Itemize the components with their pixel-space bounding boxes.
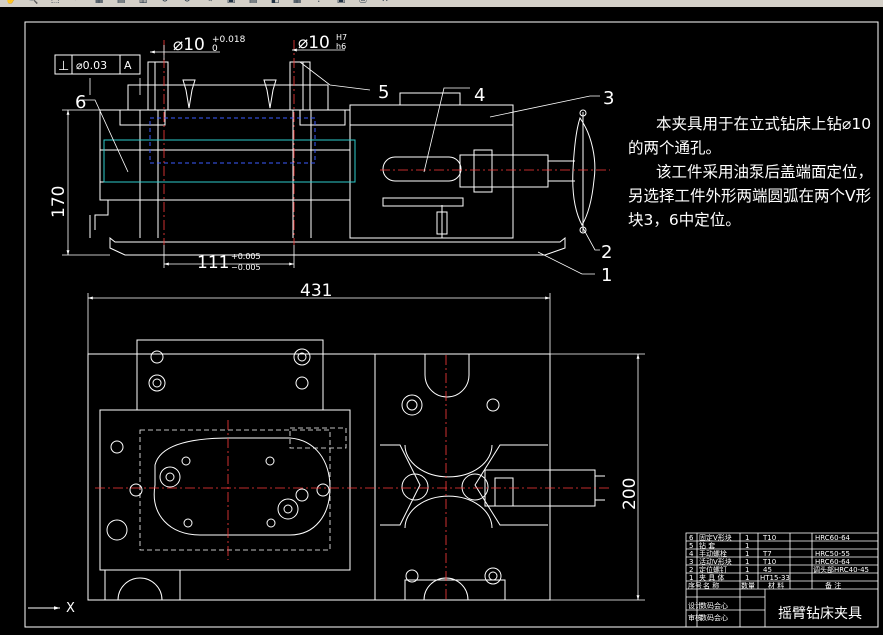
- svg-text:钻 套: 钻 套: [699, 541, 715, 550]
- table-row: 3 活动V形块 1 T10 HRC60-64: [689, 557, 851, 566]
- svg-text:夹 具 体: 夹 具 体: [699, 573, 724, 582]
- save-icon[interactable]: ▣: [334, 0, 348, 6]
- redo-icon[interactable]: ↻: [180, 0, 194, 6]
- table-row: 6 固定V形块 1 T10 HRC60-64: [689, 533, 851, 542]
- svg-text:6: 6: [689, 534, 694, 542]
- dim-center-lower: −0.005: [231, 263, 261, 272]
- sign-review-role: 数码会心: [700, 613, 728, 622]
- dimension-icon[interactable]: ↔: [378, 0, 392, 6]
- calculator-icon[interactable]: ▦: [290, 0, 304, 6]
- svg-text:材 料: 材 料: [768, 581, 784, 590]
- svg-text:T10: T10: [762, 558, 776, 566]
- match-properties-icon[interactable]: ✎: [202, 0, 216, 6]
- top-view: [87, 339, 605, 601]
- properties-icon[interactable]: ▦: [92, 0, 106, 6]
- note-line-1: 本夹具用于在立式钻床上钻⌀10的两个通孔。: [628, 115, 872, 157]
- dim-height: 170: [49, 186, 69, 218]
- svg-text:活动V形块: 活动V形块: [699, 557, 732, 566]
- tolerance-frame: ⊥ ⌀0.03 A: [54, 54, 141, 75]
- svg-text:5: 5: [689, 542, 693, 550]
- svg-text:调头部HRC40-45: 调头部HRC40-45: [813, 565, 869, 574]
- layer-icon[interactable]: ◧: [268, 0, 282, 6]
- datum-label: A: [124, 59, 132, 72]
- svg-text:HRC60-64: HRC60-64: [815, 534, 851, 542]
- svg-text:HRC50-55: HRC50-55: [815, 550, 850, 558]
- balloon-2: 2: [601, 242, 612, 263]
- ucs-icon: X: [28, 601, 75, 616]
- svg-text:名 称: 名 称: [703, 581, 719, 590]
- dim-hole-b: ⌀10: [298, 33, 330, 53]
- front-dimensions: [62, 45, 600, 275]
- balloon-5: 5: [378, 82, 389, 103]
- svg-text:手动螺栓: 手动螺栓: [699, 549, 727, 558]
- svg-text:序号: 序号: [688, 581, 702, 590]
- ucs-x-label: X: [66, 601, 75, 616]
- svg-text:备 注: 备 注: [825, 581, 841, 590]
- balloon-4: 4: [474, 85, 485, 106]
- svg-text:T7: T7: [762, 550, 772, 558]
- svg-text:HRC60-64: HRC60-64: [815, 558, 851, 566]
- pan-icon[interactable]: ✋: [4, 0, 18, 6]
- help-icon[interactable]: ?: [312, 0, 326, 6]
- svg-text:1: 1: [745, 574, 749, 582]
- zoom-previous-icon[interactable]: ↶: [70, 0, 84, 6]
- svg-text:T10: T10: [762, 534, 776, 542]
- svg-text:1: 1: [689, 574, 693, 582]
- front-center-lines: [163, 40, 610, 245]
- balloon-1: 1: [601, 265, 612, 286]
- top-hidden-lines: [139, 427, 347, 551]
- drawing-title: 摇臂钻床夹具: [778, 606, 862, 622]
- top-center-lines: [95, 355, 610, 600]
- svg-text:1: 1: [745, 558, 749, 566]
- note-line-2: 该工件采用油泵后盖端面定位，另选择工件外形两端圆弧在两个V形块3，6中定位。: [628, 163, 874, 229]
- svg-text:HT15-33: HT15-33: [760, 574, 790, 582]
- perpendicularity-symbol: ⊥: [58, 59, 69, 74]
- top-dimensions: [87, 293, 645, 601]
- dim-hole-b-fit-upper: H7: [336, 33, 347, 42]
- zoom-icon[interactable]: 🔍: [26, 0, 40, 6]
- balloon-3: 3: [603, 88, 614, 109]
- svg-text:1: 1: [745, 550, 749, 558]
- workpiece-outline: [103, 139, 356, 183]
- front-view: [89, 61, 596, 256]
- svg-text:定位螺钉: 定位螺钉: [699, 565, 727, 574]
- zoom-window-icon[interactable]: ⬚: [48, 0, 62, 6]
- dim-hole-a-lower: 0: [212, 44, 218, 54]
- svg-text:4: 4: [689, 550, 694, 558]
- dim-center: 111: [197, 253, 229, 273]
- sign-design-role: 数码会心: [700, 601, 728, 610]
- design-note: 本夹具用于在立式钻床上钻⌀10的两个通孔。 该工件采用油泵后盖端面定位，另选择工…: [628, 112, 878, 232]
- svg-text:1: 1: [745, 542, 749, 550]
- tool-palette-icon[interactable]: ▥: [136, 0, 150, 6]
- drawing-canvas[interactable]: ⊥ ⌀0.03 A ⌀10 +0.018 0 ⌀10 H7 h6 170 111…: [0, 7, 883, 631]
- dim-hole-a: ⌀10: [173, 35, 205, 55]
- svg-text:数量: 数量: [741, 581, 755, 590]
- undo-icon[interactable]: ↺: [158, 0, 172, 6]
- block-editor-icon[interactable]: ▣: [224, 0, 238, 6]
- dim-center-upper: +0.005: [231, 252, 261, 261]
- svg-text:1: 1: [745, 534, 749, 542]
- design-center-icon[interactable]: ▤: [114, 0, 128, 6]
- svg-text:45: 45: [763, 566, 772, 574]
- tablet-icon[interactable]: ▤: [246, 0, 260, 6]
- svg-text:3: 3: [689, 558, 693, 566]
- dim-depth: 200: [620, 478, 640, 510]
- tolerance-value: ⌀0.03: [76, 59, 107, 72]
- svg-text:2: 2: [689, 566, 693, 574]
- dim-hole-b-fit-lower: h6: [336, 42, 346, 51]
- svg-text:固定V形块: 固定V形块: [699, 533, 732, 542]
- top-dim-text: 431 200: [300, 281, 640, 510]
- toolbar: ✋ 🔍 ⬚ ↶ ▦ ▤ ▥ ↺ ↻ ✎ ▣ ▤ ◧ ▦? ▣ ⎙ ↔: [0, 0, 883, 7]
- cad-drawing: ⊥ ⌀0.03 A ⌀10 +0.018 0 ⌀10 H7 h6 170 111…: [24, 21, 879, 628]
- balloon-6: 6: [75, 92, 86, 113]
- table-row: 4 手动螺栓 1 T7 HRC50-55: [689, 549, 850, 558]
- plot-icon[interactable]: ⎙: [356, 0, 370, 6]
- dim-width: 431: [300, 281, 332, 301]
- svg-text:1: 1: [745, 566, 749, 574]
